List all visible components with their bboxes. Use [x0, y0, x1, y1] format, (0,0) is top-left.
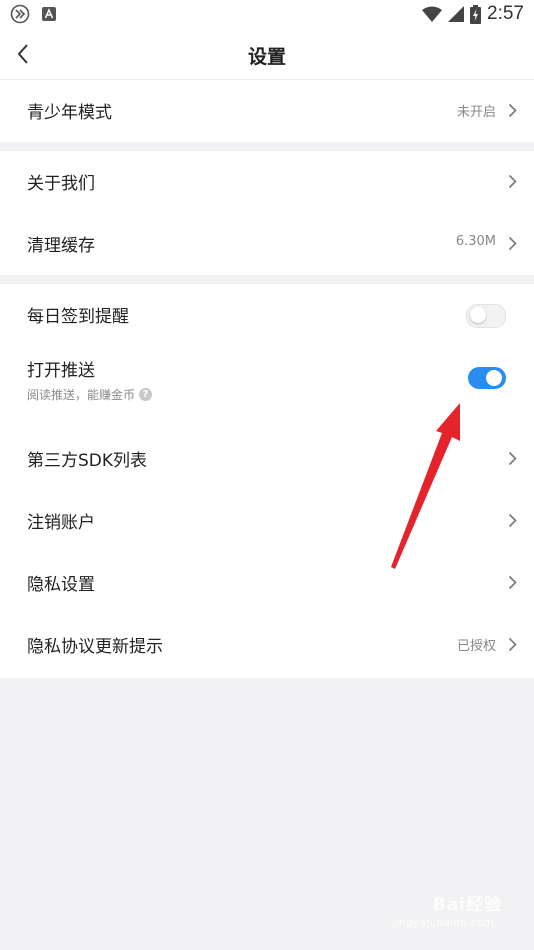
- toggle-knob: [470, 307, 486, 323]
- settings-section-1: 青少年模式 未开启: [0, 80, 534, 142]
- help-icon[interactable]: ?: [139, 388, 153, 401]
- status-time: 2:57: [487, 3, 524, 24]
- chevron-right-icon: [508, 236, 517, 251]
- setting-row-teen-mode[interactable]: 青少年模式 未开启: [0, 80, 534, 142]
- setting-label: 第三方SDK列表: [27, 451, 148, 471]
- setting-row-about-us[interactable]: 关于我们: [0, 151, 534, 213]
- chevron-right-icon: [508, 451, 517, 466]
- status-bar: 2:57: [0, 0, 534, 28]
- wifi-icon: [422, 6, 443, 22]
- setting-label: 关于我们: [27, 174, 95, 194]
- watermark: Bai经验: [432, 895, 502, 915]
- chevron-right-icon: [508, 174, 517, 189]
- annotation-arrow: [391, 403, 460, 569]
- setting-value: 未开启: [456, 105, 496, 120]
- setting-subtitle-group: 阅读推送，能赚金币 ?: [27, 386, 153, 403]
- setting-row-privacy-policy-update[interactable]: 隐私协议更新提示 已授权: [0, 614, 534, 676]
- setting-label: 隐私设置: [27, 575, 95, 595]
- status-right-icons: 2:57: [422, 3, 524, 25]
- setting-value: 已授权: [456, 639, 496, 654]
- keyboard-a-icon: [42, 7, 56, 21]
- signal-icon: [448, 6, 465, 22]
- setting-label: 清理缓存: [27, 236, 95, 256]
- chevron-right-icon: [508, 575, 517, 590]
- setting-row-clear-cache[interactable]: 清理缓存 6.30M: [0, 213, 534, 275]
- setting-label: 隐私协议更新提示: [27, 637, 163, 657]
- chevron-right-icon: [508, 637, 517, 652]
- setting-label: 注销账户: [27, 513, 95, 533]
- chevron-right-icon: [508, 513, 517, 528]
- media-skip-icon: [10, 4, 30, 24]
- setting-label: 每日签到提醒: [27, 307, 129, 327]
- setting-subtitle: 阅读推送，能赚金币: [27, 388, 136, 402]
- toggle-knob: [486, 370, 502, 386]
- settings-section-2: 关于我们 清理缓存 6.30M: [0, 151, 534, 275]
- battery-charging-icon: [470, 4, 482, 24]
- status-left-icons: [10, 4, 56, 24]
- setting-label: 青少年模式: [27, 103, 112, 123]
- daily-checkin-toggle[interactable]: [466, 304, 506, 328]
- setting-label: 打开推送: [27, 361, 95, 381]
- chevron-right-icon: [508, 103, 517, 118]
- setting-row-daily-checkin-reminder: 每日签到提醒: [0, 284, 534, 346]
- watermark-sub: jingyan.baidu.com: [392, 916, 494, 929]
- page-title: 设置: [247, 46, 286, 68]
- setting-value: 6.30M: [455, 234, 496, 249]
- top-app-bar: 设置: [0, 28, 534, 80]
- push-notifications-toggle[interactable]: [468, 367, 506, 389]
